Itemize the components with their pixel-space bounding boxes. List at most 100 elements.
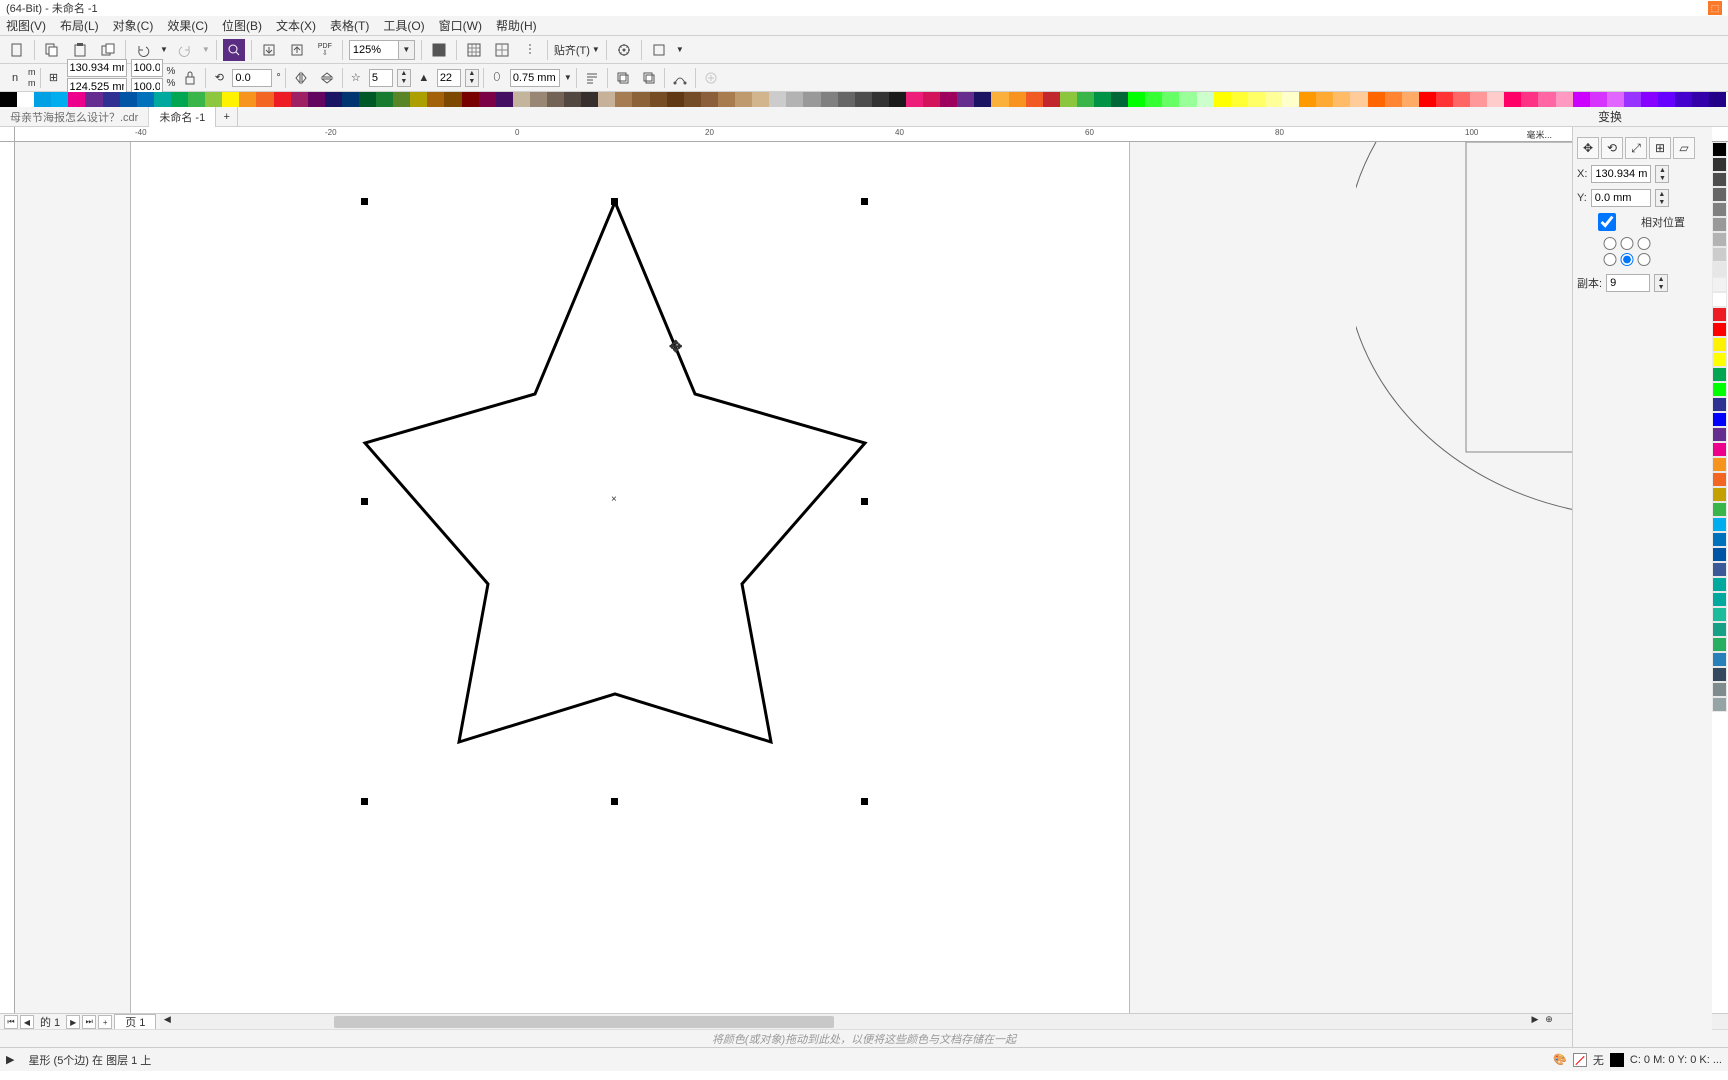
y-spinner[interactable]: ▲▼ xyxy=(1655,189,1669,207)
top-swatch[interactable] xyxy=(957,92,974,107)
top-swatch[interactable] xyxy=(530,92,547,107)
side-swatch[interactable] xyxy=(1712,517,1727,532)
side-swatch[interactable] xyxy=(1712,577,1727,592)
top-swatch[interactable] xyxy=(205,92,222,107)
page-first-icon[interactable]: ⏮ xyxy=(4,1015,18,1029)
rotation-input[interactable] xyxy=(232,69,272,87)
top-swatch[interactable] xyxy=(632,92,649,107)
top-swatch[interactable] xyxy=(103,92,120,107)
top-swatch[interactable] xyxy=(1487,92,1504,107)
convert-curves-icon[interactable] xyxy=(669,67,691,89)
top-swatch[interactable] xyxy=(1094,92,1111,107)
snap-label[interactable]: 贴齐(T) xyxy=(554,42,590,58)
handle-mr[interactable] xyxy=(861,498,868,505)
guides-icon[interactable] xyxy=(491,39,513,61)
top-swatch[interactable] xyxy=(803,92,820,107)
side-swatch[interactable] xyxy=(1712,217,1727,232)
star-points-input[interactable] xyxy=(369,69,393,87)
top-swatch[interactable] xyxy=(769,92,786,107)
transform-skew-icon[interactable]: ▱ xyxy=(1673,137,1695,159)
import-icon[interactable] xyxy=(258,39,280,61)
side-swatch[interactable] xyxy=(1712,202,1727,217)
top-swatch[interactable] xyxy=(1624,92,1641,107)
top-swatch[interactable] xyxy=(786,92,803,107)
top-swatch[interactable] xyxy=(34,92,51,107)
handle-tr[interactable] xyxy=(861,198,868,205)
top-swatch[interactable] xyxy=(1573,92,1590,107)
menu-layout[interactable]: 布局(L) xyxy=(60,17,99,34)
top-swatch[interactable] xyxy=(1504,92,1521,107)
anchor-mc[interactable] xyxy=(1620,253,1634,266)
top-swatch[interactable] xyxy=(615,92,632,107)
top-swatch[interactable] xyxy=(838,92,855,107)
top-swatch[interactable] xyxy=(1641,92,1658,107)
copy-icon[interactable] xyxy=(41,39,63,61)
top-swatch[interactable] xyxy=(1658,92,1675,107)
mirror-v-icon[interactable] xyxy=(316,67,338,89)
wrap-text-icon[interactable] xyxy=(581,67,603,89)
add-icon[interactable] xyxy=(700,67,722,89)
clone-icon[interactable] xyxy=(97,39,119,61)
side-swatch[interactable] xyxy=(1712,607,1727,622)
side-swatch[interactable] xyxy=(1712,187,1727,202)
top-swatch[interactable] xyxy=(1214,92,1231,107)
side-swatch[interactable] xyxy=(1712,637,1727,652)
outline-swatch-icon[interactable] xyxy=(1610,1053,1624,1067)
anchor-mr[interactable] xyxy=(1637,253,1651,266)
x-spinner[interactable]: ▲▼ xyxy=(1655,165,1669,183)
top-swatch[interactable] xyxy=(359,92,376,107)
search-icon[interactable] xyxy=(223,39,245,61)
top-swatch[interactable] xyxy=(85,92,102,107)
menu-effect[interactable]: 效果(C) xyxy=(167,17,208,34)
top-swatch[interactable] xyxy=(1043,92,1060,107)
to-front-icon[interactable] xyxy=(612,67,634,89)
top-swatch[interactable] xyxy=(325,92,342,107)
doc-tab-1[interactable]: 未命名 -1 xyxy=(149,107,216,127)
menu-text[interactable]: 文本(X) xyxy=(276,17,316,34)
side-swatch[interactable] xyxy=(1712,142,1727,157)
new-icon[interactable] xyxy=(6,39,28,61)
doc-tab-0[interactable]: 母亲节海报怎么设计？.cdr xyxy=(0,107,149,127)
side-swatch[interactable] xyxy=(1712,667,1727,682)
page-add-icon[interactable]: + xyxy=(98,1015,112,1029)
anchor-ml[interactable] xyxy=(1603,253,1617,266)
side-swatch[interactable] xyxy=(1712,352,1727,367)
top-swatch[interactable] xyxy=(821,92,838,107)
top-swatch[interactable] xyxy=(940,92,957,107)
transform-scale-icon[interactable]: ⤢ xyxy=(1625,137,1647,159)
top-swatch[interactable] xyxy=(735,92,752,107)
side-swatch[interactable] xyxy=(1712,547,1727,562)
to-back-icon[interactable] xyxy=(638,67,660,89)
side-swatch[interactable] xyxy=(1712,172,1727,187)
top-swatch[interactable] xyxy=(1709,92,1726,107)
top-swatch[interactable] xyxy=(274,92,291,107)
points-spinner[interactable]: ▲▼ xyxy=(397,69,411,87)
top-swatch[interactable] xyxy=(1145,92,1162,107)
top-swatch[interactable] xyxy=(376,92,393,107)
grid-icon[interactable] xyxy=(463,39,485,61)
page-next-icon[interactable]: ▶ xyxy=(66,1015,80,1029)
anchor-tc[interactable] xyxy=(1620,237,1634,250)
top-swatch[interactable] xyxy=(51,92,68,107)
export-icon[interactable] xyxy=(286,39,308,61)
top-swatch[interactable] xyxy=(171,92,188,107)
window-control-icon[interactable]: ⬚ xyxy=(1708,1,1722,15)
align-guides-icon[interactable] xyxy=(519,39,541,61)
side-swatch[interactable] xyxy=(1712,382,1727,397)
anchor-tr[interactable] xyxy=(1637,237,1651,250)
top-swatch[interactable] xyxy=(17,92,34,107)
top-swatch[interactable] xyxy=(308,92,325,107)
transform-position-icon[interactable]: ✥ xyxy=(1577,137,1599,159)
top-swatch[interactable] xyxy=(1607,92,1624,107)
top-swatch[interactable] xyxy=(752,92,769,107)
top-swatch[interactable] xyxy=(1265,92,1282,107)
anchor-tl[interactable] xyxy=(1603,237,1617,250)
menu-tools[interactable]: 工具(O) xyxy=(383,17,424,34)
top-swatch[interactable] xyxy=(581,92,598,107)
launch-icon[interactable] xyxy=(648,39,670,61)
top-swatch[interactable] xyxy=(1556,92,1573,107)
top-swatch[interactable] xyxy=(1590,92,1607,107)
side-swatch[interactable] xyxy=(1712,697,1727,712)
top-swatch[interactable] xyxy=(1231,92,1248,107)
top-swatch[interactable] xyxy=(1368,92,1385,107)
